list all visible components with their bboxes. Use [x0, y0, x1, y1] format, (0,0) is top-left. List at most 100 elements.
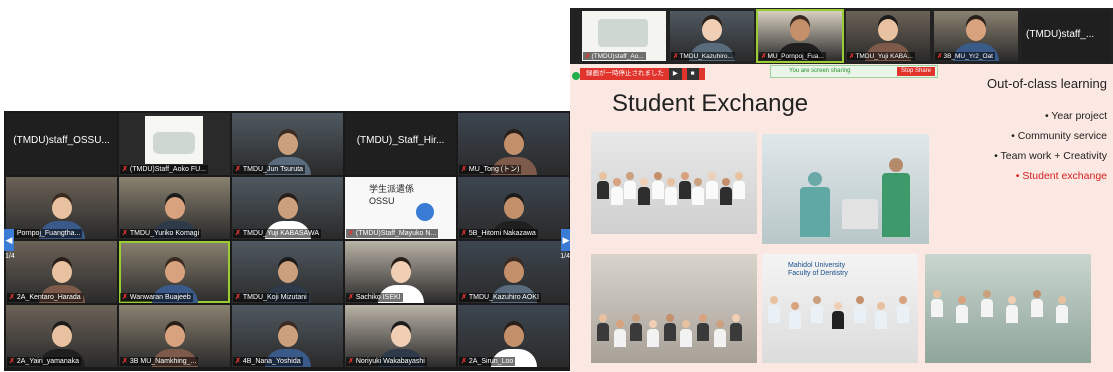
- mic-muted-icon: ✗: [348, 294, 354, 301]
- person-figure: [789, 302, 802, 329]
- poster-image: [598, 19, 648, 47]
- person-figure: [651, 172, 664, 199]
- participant-label: ✗ TMDU_Yuriko Komagi: [120, 229, 202, 238]
- person-figure: [956, 296, 968, 323]
- stop-share-button[interactable]: Stop Share: [896, 67, 935, 76]
- resume-recording-icon[interactable]: ▶: [668, 68, 682, 80]
- strip-video-tile[interactable]: ✗TMDU_Yuji KABA...: [846, 11, 930, 61]
- participant-name: Sachiko ISEKI: [355, 294, 401, 301]
- participant-label: ✗ 2A_Sirun_Loo: [459, 357, 516, 366]
- photo-group-students: [591, 132, 757, 234]
- strip-video-tile[interactable]: ✗MU_Pornpoj_Fua...: [756, 9, 844, 63]
- photo-lecture-room: [591, 254, 757, 363]
- participant-name: Pornpoj_Fuangtha...: [16, 230, 81, 237]
- video-tile[interactable]: ✗ Noriyuki Wakabayashi: [345, 305, 456, 367]
- sign-text: 学生派遣係 OSSU: [369, 183, 414, 207]
- participant-name: TMDU_Yuji KABASAWA: [242, 230, 319, 237]
- person-figure: [663, 314, 676, 341]
- person-figure: [875, 302, 888, 329]
- photo-laboratory: [925, 254, 1091, 363]
- slide-sidebar-title: Out-of-class learning: [987, 76, 1107, 91]
- participant-label: ✗ Wanwaran Buajeeb: [120, 293, 193, 302]
- video-tile[interactable]: ✗ (TMDU)Staff_Aoko FU...: [119, 113, 230, 175]
- mic-muted-icon: ✗: [235, 294, 241, 301]
- video-tile[interactable]: ✗ Sachiko ISEKI: [345, 241, 456, 303]
- participant-label: ✗(TMDU)staff_Ao...: [583, 52, 646, 60]
- strip-video-tile[interactable]: (TMDU)staff_...: [1022, 11, 1110, 61]
- participant-name: MU_Tong (トン): [468, 166, 520, 173]
- participant-label: ✗ 3B MU_Namkhing_...: [120, 357, 199, 366]
- person-figure: [597, 172, 609, 199]
- slide-bullet-list: • Year project • Community service • Team …: [994, 106, 1107, 186]
- participant-label: ✗TMDU_Yuji KABA...: [847, 52, 915, 60]
- strip-video-tile[interactable]: ✗3B_MU_Yr2_Oat: [934, 11, 1018, 61]
- stop-recording-icon[interactable]: ■: [686, 68, 699, 80]
- person-figure: [1006, 296, 1018, 323]
- person-figure: [981, 290, 993, 317]
- video-tile[interactable]: ✗ 2A_Yairi_yamanaka: [6, 305, 117, 367]
- participant-name: 5B_Hitomi Nakazawa: [468, 230, 536, 237]
- participant-name: TMDU_Koji Mizutani: [242, 294, 307, 301]
- slide-title: Student Exchange: [612, 90, 809, 117]
- person-figure: [613, 320, 626, 347]
- video-tile[interactable]: (TMDU)staff_OSSU...: [6, 113, 117, 175]
- participant-name: 4B_Nana_Yoshida: [242, 358, 301, 365]
- video-tile[interactable]: ✗Pornpoj_Fuangtha...: [6, 177, 117, 239]
- person-figure: [647, 320, 659, 347]
- globe-icon: [416, 203, 434, 221]
- person-figure: [733, 172, 746, 199]
- person-figure: [896, 296, 909, 323]
- gallery-prev-page-icon[interactable]: ◀: [4, 229, 14, 251]
- video-tile[interactable]: ✗ 3B MU_Namkhing_...: [119, 305, 230, 367]
- video-tile[interactable]: ✗ TMDU_Jun Tsuruta: [232, 113, 343, 175]
- gallery-page-left: 1/4: [5, 253, 15, 260]
- video-tile[interactable]: ✗ 4B_Nana_Yoshida: [232, 305, 343, 367]
- participant-label: ✗ TMDU_Jun Tsuruta: [233, 165, 306, 174]
- mic-muted-icon: ✗: [122, 230, 128, 237]
- mic-muted-icon: ✗: [235, 166, 241, 173]
- video-tile[interactable]: ✗ Wanwaran Buajeeb: [119, 241, 230, 303]
- mic-muted-icon: ✗: [937, 53, 943, 60]
- participant-label: ✗ TMDU_Koji Mizutani: [233, 293, 309, 302]
- recording-paused-bar: 録画が一時停止されました ▶ ■: [580, 68, 705, 80]
- slide-bullet: • Student exchange: [1015, 170, 1107, 182]
- video-tile[interactable]: ✗ 2A_Sirun_Loo: [458, 305, 569, 367]
- strip-video-tile[interactable]: ✗TMDU_Kazuhiro...: [670, 11, 754, 61]
- participant-label: ✗3B_MU_Yr2_Oat: [935, 52, 995, 60]
- participant-name: 2A_Kentaro_Harada: [16, 294, 81, 301]
- mic-muted-icon: ✗: [235, 358, 241, 365]
- sharing-status-text: You are screen sharing: [789, 68, 851, 74]
- person-figure: [637, 178, 650, 205]
- photo-mahidol-certificates: Mahidol University Faculty of Dentistry: [762, 254, 918, 363]
- mic-muted-icon: ✗: [348, 230, 354, 237]
- person-figure: [706, 172, 719, 199]
- strip-video-tile[interactable]: ✗(TMDU)staff_Ao...: [582, 11, 666, 61]
- participant-label: ✗ 5B_Hitomi Nakazawa: [459, 229, 538, 238]
- recording-status-text: 録画が一時停止されました: [586, 70, 664, 77]
- participant-name: MU_Pornpoj_Fua...: [767, 53, 824, 60]
- video-tile[interactable]: ✗ TMDU_Yuji KABASAWA: [232, 177, 343, 239]
- participant-name: TMDU_Kazuhiro...: [679, 53, 733, 60]
- person-figure: [768, 296, 780, 323]
- slide-bullet: • Community service: [1011, 130, 1107, 142]
- video-tile[interactable]: 学生派遣係 OSSU ✗ (TMDU)Staff_Mayuko N...: [345, 177, 456, 239]
- video-tile[interactable]: ✗ TMDU_Koji Mizutani: [232, 241, 343, 303]
- video-tile[interactable]: ✗ TMDU_Yuriko Komagi: [119, 177, 230, 239]
- mic-muted-icon: ✗: [348, 358, 354, 365]
- gallery-view: (TMDU)staff_OSSU... ✗ (TMDU)Staff_Aoko FU.…: [4, 111, 571, 371]
- video-tile[interactable]: ✗ 5B_Hitomi Nakazawa: [458, 177, 569, 239]
- security-shield-icon[interactable]: [572, 72, 580, 80]
- person-figure: [678, 172, 691, 199]
- participant-name: TMDU_Jun Tsuruta: [242, 166, 304, 173]
- video-tile[interactable]: (TMDU)_Staff_Hir...: [345, 113, 456, 175]
- poster-image: [145, 116, 203, 164]
- participant-name: TMDU_Yuji KABA...: [855, 53, 913, 60]
- person-figure: [810, 296, 823, 323]
- participant-label: ✗ 4B_Nana_Yoshida: [233, 357, 303, 366]
- video-tile[interactable]: ✗ MU_Tong (トン): [458, 113, 569, 175]
- participant-label: ✗MU_Pornpoj_Fua...: [759, 52, 826, 60]
- video-tile[interactable]: ✗ TMDU_Kazuhiro AOKI: [458, 241, 569, 303]
- video-tile[interactable]: ✗ 2A_Kentaro_Harada: [6, 241, 117, 303]
- mic-muted-icon: ✗: [461, 358, 467, 365]
- participant-label: ✗ MU_Tong (トン): [459, 165, 522, 174]
